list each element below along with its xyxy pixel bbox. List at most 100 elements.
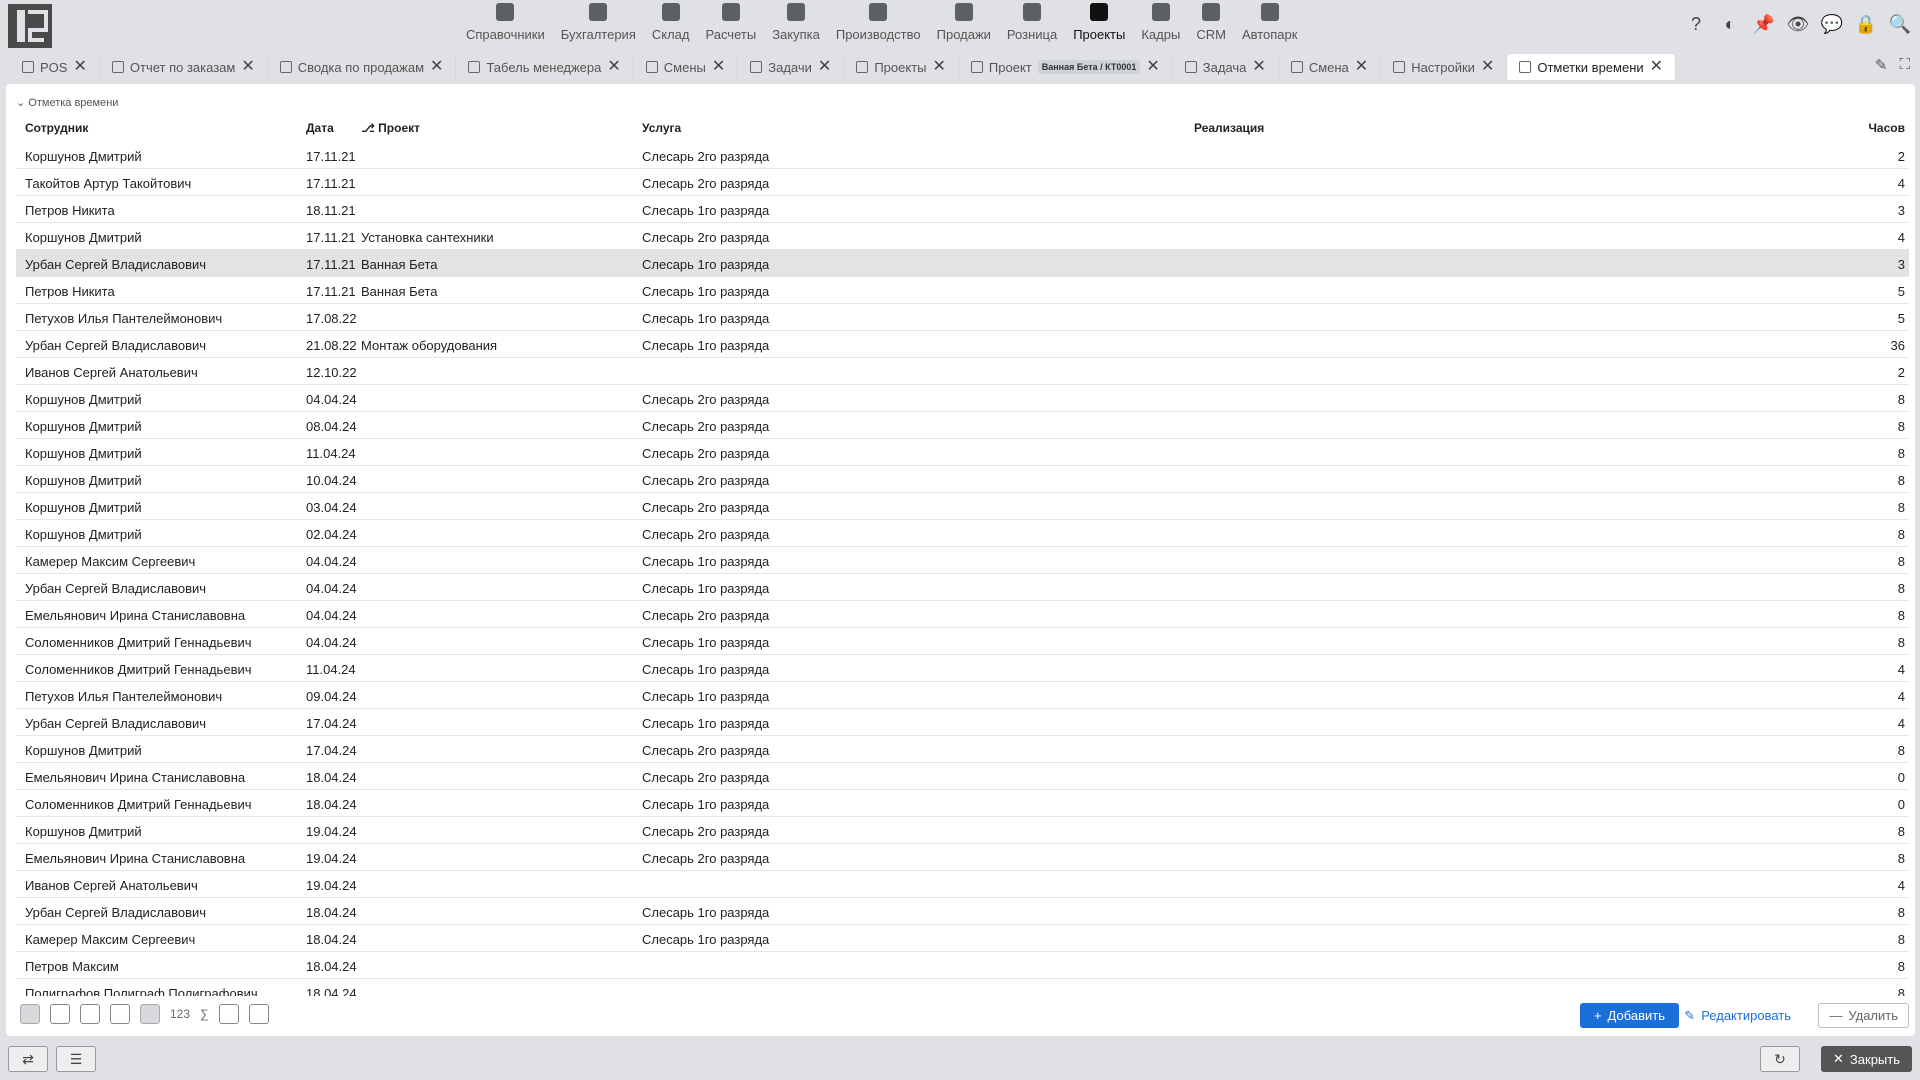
- delete-button[interactable]: — Удалить: [1818, 1003, 1909, 1028]
- nav-item-9[interactable]: Кадры: [1133, 0, 1188, 48]
- edit-button[interactable]: ✎ Редактировать: [1676, 1003, 1799, 1028]
- table-row[interactable]: Коршунов Дмитрий 10.04.24 Слесарь 2го разр…: [16, 466, 1909, 493]
- tab-5[interactable]: Задачи ✕: [738, 54, 845, 80]
- fullscreen-icon[interactable]: ⛶: [1899, 56, 1910, 74]
- sum-toggle[interactable]: ∑: [200, 1007, 209, 1021]
- help-icon[interactable]: ?: [1684, 12, 1708, 36]
- table-row[interactable]: Камерер Максим Сергеевич 04.04.24 Слесарь …: [16, 547, 1909, 574]
- table-row[interactable]: Урбан Сергей Владиславович 17.11.21 Ванная…: [16, 250, 1909, 277]
- tab-7[interactable]: Проект Ванная Бета / КТ0001 ✕: [959, 54, 1173, 80]
- download-icon[interactable]: [218, 1004, 239, 1024]
- close-icon[interactable]: ✕: [430, 59, 443, 75]
- grid-view-icon[interactable]: [50, 1004, 70, 1024]
- table-row[interactable]: Урбан Сергей Владиславович 21.08.22 Монтаж…: [16, 331, 1909, 358]
- table-row[interactable]: Урбан Сергей Владиславович 04.04.24 Слесар…: [16, 574, 1909, 601]
- table-row[interactable]: Коршунов Дмитрий 02.04.24 Слесарь 2го разр…: [16, 520, 1909, 547]
- share-icon[interactable]: ⇄: [8, 1046, 48, 1072]
- table-row[interactable]: Коршунов Дмитрий 11.04.24 Слесарь 2го разр…: [16, 439, 1909, 466]
- nav-item-0[interactable]: Справочники: [458, 0, 553, 48]
- close-icon[interactable]: ✕: [241, 59, 254, 75]
- list-view-icon[interactable]: [20, 1004, 40, 1024]
- app-logo[interactable]: [8, 4, 52, 48]
- table-row[interactable]: Коршунов Дмитрий 08.04.24 Слесарь 2го разр…: [16, 412, 1909, 439]
- reload-icon[interactable]: ↻: [1760, 1046, 1800, 1072]
- lock-icon[interactable]: 🔒: [1854, 12, 1878, 36]
- tab-9[interactable]: Смена ✕: [1279, 54, 1382, 80]
- close-button[interactable]: ✕ Закрыть: [1821, 1046, 1912, 1072]
- chat-icon[interactable]: 💬: [1820, 12, 1844, 36]
- table-row[interactable]: Соломенников Дмитрий Геннадьевич 11.04.24…: [16, 655, 1909, 682]
- close-icon[interactable]: ✕: [1481, 59, 1494, 75]
- eye-icon[interactable]: 👁: [1786, 12, 1810, 36]
- nav-item-7[interactable]: Розница: [999, 0, 1065, 48]
- table-row[interactable]: Коршунов Дмитрий 17.04.24 Слесарь 2го разр…: [16, 736, 1909, 763]
- table-row[interactable]: Петров Максим 18.04.24 8: [16, 952, 1909, 979]
- table-row[interactable]: Иванов Сергей Анатольевич 19.04.24 4: [16, 871, 1909, 898]
- close-icon[interactable]: ✕: [607, 59, 620, 75]
- close-icon[interactable]: ✕: [818, 59, 831, 75]
- table-row[interactable]: Урбан Сергей Владиславович 17.04.24 Слесар…: [16, 709, 1909, 736]
- close-icon[interactable]: ✕: [712, 59, 725, 75]
- tab-10[interactable]: Настройки ✕: [1381, 54, 1508, 80]
- nav-item-8[interactable]: Проекты: [1065, 0, 1133, 48]
- close-icon[interactable]: ✕: [933, 59, 946, 75]
- close-icon[interactable]: ✕: [1252, 59, 1265, 75]
- close-icon[interactable]: ✕: [1650, 59, 1663, 75]
- col-employee[interactable]: Сотрудник: [25, 121, 88, 135]
- filter-icon[interactable]: [110, 1004, 130, 1024]
- close-icon[interactable]: ✕: [73, 59, 86, 75]
- theme-icon[interactable]: ◐: [1718, 12, 1742, 36]
- table-row[interactable]: Емельянович Ирина Станиславовна 04.04.24 С…: [16, 601, 1909, 628]
- table-row[interactable]: Петухов Илья Пантелеймонович 09.04.24 Слес…: [16, 682, 1909, 709]
- nav-item-2[interactable]: Склад: [644, 0, 698, 48]
- tab-8[interactable]: Задача ✕: [1173, 54, 1279, 80]
- table-row[interactable]: Коршунов Дмитрий 19.04.24 Слесарь 2го разр…: [16, 817, 1909, 844]
- nav-item-10[interactable]: CRM: [1188, 0, 1234, 48]
- nav-item-1[interactable]: Бухгалтерия: [553, 0, 644, 48]
- sliders-icon[interactable]: ☰: [56, 1046, 96, 1072]
- tab-6[interactable]: Проекты ✕: [844, 54, 959, 80]
- nav-item-5[interactable]: Производство: [828, 0, 929, 48]
- pencil-icon[interactable]: ✎: [1875, 56, 1888, 74]
- table-row[interactable]: Иванов Сергей Анатольевич 12.10.22 2: [16, 358, 1909, 385]
- table-row[interactable]: Коршунов Дмитрий 04.04.24 Слесарь 2го разр…: [16, 385, 1909, 412]
- pin-icon[interactable]: 📌: [1752, 12, 1776, 36]
- refresh-icon[interactable]: [248, 1004, 269, 1024]
- tab-11[interactable]: Отметки времени ✕: [1507, 54, 1677, 80]
- table-row[interactable]: Соломенников Дмитрий Геннадьевич 04.04.24…: [16, 628, 1909, 655]
- col-hours[interactable]: Часов: [1869, 121, 1906, 135]
- search-icon[interactable]: 🔍: [1888, 12, 1912, 36]
- calendar-view-icon[interactable]: [80, 1004, 100, 1024]
- col-project[interactable]: ⎇ Проект: [361, 121, 420, 135]
- table-row[interactable]: Соломенников Дмитрий Геннадьевич 18.04.24…: [16, 790, 1909, 817]
- nav-item-4[interactable]: Закупка: [764, 0, 828, 48]
- table-row[interactable]: Такойтов Артур Такойтович 17.11.21 Слесарь…: [16, 169, 1909, 196]
- table-row[interactable]: Полиграфов Полиграф Полиграфович 18.04.24…: [16, 979, 1909, 996]
- col-realization[interactable]: Реализация: [1194, 121, 1264, 135]
- table-row[interactable]: Емельянович Ирина Станиславовна 19.04.24 С…: [16, 844, 1909, 871]
- counter-toggle[interactable]: 123: [170, 1007, 190, 1021]
- table-row[interactable]: Коршунов Дмитрий 17.11.21 Слесарь 2го разр…: [16, 142, 1909, 169]
- table-row[interactable]: Емельянович Ирина Станиславовна 18.04.24 С…: [16, 763, 1909, 790]
- add-button[interactable]: + Добавить: [1579, 1003, 1679, 1028]
- nav-item-6[interactable]: Продажи: [929, 0, 999, 48]
- nav-item-11[interactable]: Автопарк: [1234, 0, 1306, 48]
- tab-3[interactable]: Табель менеджера ✕: [456, 54, 634, 80]
- nav-item-3[interactable]: Расчеты: [697, 0, 764, 48]
- table-row[interactable]: Петухов Илья Пантелеймонович 17.08.22 Слес…: [16, 304, 1909, 331]
- table-row[interactable]: Петров Никита 17.11.21 Ванная Бета Слесарь …: [16, 277, 1909, 304]
- tab-0[interactable]: POS ✕: [10, 54, 100, 80]
- table-row[interactable]: Петров Никита 18.11.21 Слесарь 1го разряда…: [16, 196, 1909, 223]
- section-label[interactable]: ⌄ Отметка времени: [16, 96, 118, 109]
- col-service[interactable]: Услуга: [642, 121, 681, 135]
- table-row[interactable]: Коршунов Дмитрий 17.11.21 Установка сантех…: [16, 223, 1909, 250]
- table-row[interactable]: Коршунов Дмитрий 03.04.24 Слесарь 2го разр…: [16, 493, 1909, 520]
- close-icon[interactable]: ✕: [1146, 59, 1159, 75]
- table-row[interactable]: Урбан Сергей Владиславович 18.04.24 Слесар…: [16, 898, 1909, 925]
- settings-icon[interactable]: [140, 1004, 160, 1024]
- table-row[interactable]: Камерер Максим Сергеевич 18.04.24 Слесарь …: [16, 925, 1909, 952]
- tab-1[interactable]: Отчет по заказам ✕: [100, 54, 268, 80]
- tab-4[interactable]: Смены ✕: [634, 54, 739, 80]
- col-date[interactable]: Дата: [306, 121, 334, 135]
- tab-2[interactable]: Сводка по продажам ✕: [268, 54, 457, 80]
